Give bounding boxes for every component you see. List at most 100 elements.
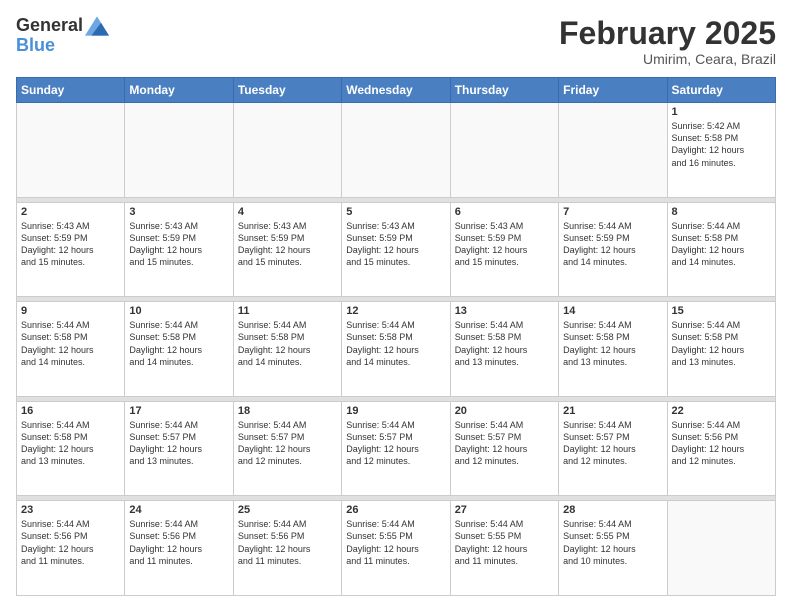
logo-general: General	[16, 16, 83, 36]
day-number: 1	[672, 106, 771, 118]
day-number: 26	[346, 504, 445, 516]
table-row: 20 Sunrise: 5:44 AM Sunset: 5:57 PM Dayli…	[450, 401, 558, 496]
header: General Blue February 2025 Umirim, Ceara…	[16, 16, 776, 67]
table-row: 1 Sunrise: 5:42 AM Sunset: 5:58 PM Daylig…	[667, 103, 775, 198]
table-row: 22 Sunrise: 5:44 AM Sunset: 5:56 PM Dayli…	[667, 401, 775, 496]
page: General Blue February 2025 Umirim, Ceara…	[0, 0, 792, 612]
day-number: 24	[129, 504, 228, 516]
day-number: 17	[129, 405, 228, 417]
col-tuesday: Tuesday	[233, 78, 341, 103]
day-number: 12	[346, 305, 445, 317]
day-info: Sunrise: 5:44 AM Sunset: 5:56 PM Dayligh…	[129, 518, 228, 567]
day-number: 13	[455, 305, 554, 317]
header-row: Sunday Monday Tuesday Wednesday Thursday…	[17, 78, 776, 103]
table-row: 25Sunrise: 5:44 AM Sunset: 5:56 PM Dayli…	[233, 501, 341, 596]
day-info: Sunrise: 5:44 AM Sunset: 5:56 PM Dayligh…	[21, 518, 120, 567]
table-row	[450, 103, 558, 198]
day-info: Sunrise: 5:44 AM Sunset: 5:57 PM Dayligh…	[346, 419, 445, 468]
table-row: 9 Sunrise: 5:44 AM Sunset: 5:58 PM Daylig…	[17, 302, 125, 397]
day-info: Sunrise: 5:43 AM Sunset: 5:59 PM Dayligh…	[129, 220, 228, 269]
col-monday: Monday	[125, 78, 233, 103]
day-info: Sunrise: 5:44 AM Sunset: 5:57 PM Dayligh…	[238, 419, 337, 468]
day-info: Sunrise: 5:44 AM Sunset: 5:55 PM Dayligh…	[455, 518, 554, 567]
day-number: 27	[455, 504, 554, 516]
table-row: 2Sunrise: 5:43 AM Sunset: 5:59 PM Daylig…	[17, 202, 125, 297]
day-number: 18	[238, 405, 337, 417]
table-row: 18 Sunrise: 5:44 AM Sunset: 5:57 PM Dayli…	[233, 401, 341, 496]
day-number: 14	[563, 305, 662, 317]
table-row	[667, 501, 775, 596]
table-row	[125, 103, 233, 198]
table-row: 16 Sunrise: 5:44 AM Sunset: 5:58 PM Dayli…	[17, 401, 125, 496]
table-row	[342, 103, 450, 198]
day-number: 5	[346, 206, 445, 218]
table-row: 11Sunrise: 5:44 AM Sunset: 5:58 PM Dayli…	[233, 302, 341, 397]
calendar-week-3: 16 Sunrise: 5:44 AM Sunset: 5:58 PM Dayli…	[17, 401, 776, 496]
day-info: Sunrise: 5:44 AM Sunset: 5:58 PM Dayligh…	[672, 220, 771, 269]
logo: General Blue	[16, 16, 109, 56]
day-info: Sunrise: 5:44 AM Sunset: 5:58 PM Dayligh…	[563, 319, 662, 368]
day-info: Sunrise: 5:44 AM Sunset: 5:56 PM Dayligh…	[238, 518, 337, 567]
calendar-week-0: 1 Sunrise: 5:42 AM Sunset: 5:58 PM Daylig…	[17, 103, 776, 198]
day-info: Sunrise: 5:44 AM Sunset: 5:57 PM Dayligh…	[455, 419, 554, 468]
table-row	[233, 103, 341, 198]
table-row: 27 Sunrise: 5:44 AM Sunset: 5:55 PM Dayli…	[450, 501, 558, 596]
day-number: 7	[563, 206, 662, 218]
day-number: 9	[21, 305, 120, 317]
month-title: February 2025	[559, 16, 776, 51]
day-number: 19	[346, 405, 445, 417]
table-row: 23Sunrise: 5:44 AM Sunset: 5:56 PM Dayli…	[17, 501, 125, 596]
day-info: Sunrise: 5:43 AM Sunset: 5:59 PM Dayligh…	[455, 220, 554, 269]
table-row	[559, 103, 667, 198]
day-info: Sunrise: 5:44 AM Sunset: 5:58 PM Dayligh…	[21, 419, 120, 468]
day-info: Sunrise: 5:44 AM Sunset: 5:57 PM Dayligh…	[129, 419, 228, 468]
table-row: 17 Sunrise: 5:44 AM Sunset: 5:57 PM Dayli…	[125, 401, 233, 496]
day-info: Sunrise: 5:44 AM Sunset: 5:58 PM Dayligh…	[21, 319, 120, 368]
table-row: 6 Sunrise: 5:43 AM Sunset: 5:59 PM Daylig…	[450, 202, 558, 297]
day-number: 16	[21, 405, 120, 417]
day-info: Sunrise: 5:44 AM Sunset: 5:59 PM Dayligh…	[563, 220, 662, 269]
table-row: 5Sunrise: 5:43 AM Sunset: 5:59 PM Daylig…	[342, 202, 450, 297]
calendar-table: Sunday Monday Tuesday Wednesday Thursday…	[16, 77, 776, 596]
day-info: Sunrise: 5:44 AM Sunset: 5:55 PM Dayligh…	[346, 518, 445, 567]
day-number: 8	[672, 206, 771, 218]
col-saturday: Saturday	[667, 78, 775, 103]
location-subtitle: Umirim, Ceara, Brazil	[559, 51, 776, 67]
table-row: 21 Sunrise: 5:44 AM Sunset: 5:57 PM Dayli…	[559, 401, 667, 496]
col-thursday: Thursday	[450, 78, 558, 103]
col-sunday: Sunday	[17, 78, 125, 103]
table-row: 14 Sunrise: 5:44 AM Sunset: 5:58 PM Dayli…	[559, 302, 667, 397]
day-number: 2	[21, 206, 120, 218]
day-number: 21	[563, 405, 662, 417]
col-friday: Friday	[559, 78, 667, 103]
table-row: 28Sunrise: 5:44 AM Sunset: 5:55 PM Dayli…	[559, 501, 667, 596]
table-row: 13 Sunrise: 5:44 AM Sunset: 5:58 PM Dayli…	[450, 302, 558, 397]
day-info: Sunrise: 5:44 AM Sunset: 5:58 PM Dayligh…	[238, 319, 337, 368]
day-number: 6	[455, 206, 554, 218]
title-block: February 2025 Umirim, Ceara, Brazil	[559, 16, 776, 67]
calendar-week-2: 9 Sunrise: 5:44 AM Sunset: 5:58 PM Daylig…	[17, 302, 776, 397]
table-row: 15 Sunrise: 5:44 AM Sunset: 5:58 PM Dayli…	[667, 302, 775, 397]
day-info: Sunrise: 5:42 AM Sunset: 5:58 PM Dayligh…	[672, 120, 771, 169]
table-row: 4Sunrise: 5:43 AM Sunset: 5:59 PM Daylig…	[233, 202, 341, 297]
day-info: Sunrise: 5:44 AM Sunset: 5:58 PM Dayligh…	[455, 319, 554, 368]
day-number: 3	[129, 206, 228, 218]
table-row: 3 Sunrise: 5:43 AM Sunset: 5:59 PM Daylig…	[125, 202, 233, 297]
day-number: 4	[238, 206, 337, 218]
col-wednesday: Wednesday	[342, 78, 450, 103]
table-row: 12 Sunrise: 5:44 AM Sunset: 5:58 PM Dayli…	[342, 302, 450, 397]
day-number: 15	[672, 305, 771, 317]
day-number: 20	[455, 405, 554, 417]
calendar-week-1: 2 Sunrise: 5:43 AM Sunset: 5:59 PM Daylig…	[17, 202, 776, 297]
logo-blue: Blue	[16, 36, 109, 56]
day-info: Sunrise: 5:44 AM Sunset: 5:58 PM Dayligh…	[129, 319, 228, 368]
table-row: 24 Sunrise: 5:44 AM Sunset: 5:56 PM Dayli…	[125, 501, 233, 596]
day-number: 28	[563, 504, 662, 516]
table-row	[17, 103, 125, 198]
day-info: Sunrise: 5:44 AM Sunset: 5:56 PM Dayligh…	[672, 419, 771, 468]
day-info: Sunrise: 5:44 AM Sunset: 5:58 PM Dayligh…	[672, 319, 771, 368]
day-info: Sunrise: 5:44 AM Sunset: 5:57 PM Dayligh…	[563, 419, 662, 468]
day-info: Sunrise: 5:44 AM Sunset: 5:58 PM Dayligh…	[346, 319, 445, 368]
day-number: 22	[672, 405, 771, 417]
table-row: 10Sunrise: 5:44 AM Sunset: 5:58 PM Dayli…	[125, 302, 233, 397]
